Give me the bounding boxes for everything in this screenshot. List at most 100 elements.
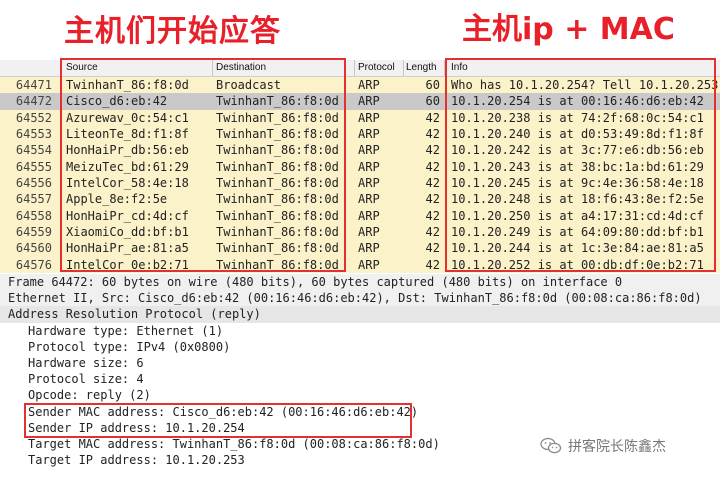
- packet-list-header: Source Destination Protocol Length Info: [0, 60, 720, 77]
- packet-row[interactable]: 64552 Azurewav_0c:54:c1 TwinhanT_86:f8:0d A…: [0, 109, 720, 126]
- packet-protocol: ARP: [358, 159, 380, 174]
- packet-destination: TwinhanT_86:f8:0d: [216, 175, 339, 190]
- packet-number: 64557: [15, 192, 52, 207]
- packet-number: 64556: [15, 175, 52, 190]
- arp-field[interactable]: Sender MAC address: Cisco_d6:eb:42 (00:1…: [0, 404, 720, 420]
- packet-destination: TwinhanT_86:f8:0d: [216, 208, 339, 223]
- packet-protocol: ARP: [358, 208, 380, 223]
- packet-length: 42: [425, 175, 440, 190]
- packet-source: Cisco_d6:eb:42: [66, 94, 168, 109]
- packet-length: 42: [425, 159, 440, 174]
- packet-number: 64555: [15, 159, 52, 174]
- packet-source: MeizuTec_bd:61:29: [66, 159, 189, 174]
- packet-source: TwinhanT_86:f8:0d: [66, 78, 189, 92]
- detail-arp[interactable]: Address Resolution Protocol (reply): [0, 306, 720, 323]
- packet-row[interactable]: 64558 HonHaiPr_cd:4d:cf TwinhanT_86:f8:0d A…: [0, 207, 720, 224]
- packet-info: 10.1.20.254 is at 00:16:46:d6:eb:42: [451, 94, 704, 109]
- packet-protocol: ARP: [358, 126, 380, 141]
- packet-row[interactable]: 64554 HonHaiPr_db:56:eb TwinhanT_86:f8:0d A…: [0, 142, 720, 159]
- packet-info: 10.1.20.245 is at 9c:4e:36:58:4e:18: [451, 175, 704, 190]
- packet-rows: 64471 TwinhanT_86:f8:0d Broadcast ARP 60 Who …: [0, 77, 720, 273]
- packet-destination: TwinhanT_86:f8:0d: [216, 126, 339, 141]
- packet-protocol: ARP: [358, 110, 380, 125]
- packet-row[interactable]: 64576 IntelCor_0e:b2:71 TwinhanT_86:f8:0d A…: [0, 256, 720, 273]
- packet-info: 10.1.20.244 is at 1c:3e:84:ae:81:a5: [451, 241, 704, 256]
- column-header-source[interactable]: Source: [66, 62, 98, 73]
- packet-info: 10.1.20.248 is at 18:f6:43:8e:f2:5e: [451, 192, 704, 207]
- annotation-hosts-replying: 主机们开始应答: [64, 14, 281, 49]
- packet-source: IntelCor_0e:b2:71: [66, 257, 189, 272]
- packet-destination: TwinhanT_86:f8:0d: [216, 192, 339, 207]
- arp-field[interactable]: Opcode: reply (2): [0, 387, 720, 403]
- detail-frame[interactable]: Frame 64472: 60 bytes on wire (480 bits)…: [0, 274, 720, 291]
- column-header-destination[interactable]: Destination: [216, 62, 266, 73]
- packet-row[interactable]: 64560 HonHaiPr_ae:81:a5 TwinhanT_86:f8:0d A…: [0, 240, 720, 257]
- packet-length: 42: [425, 143, 440, 158]
- packet-row[interactable]: 64555 MeizuTec_bd:61:29 TwinhanT_86:f8:0d A…: [0, 158, 720, 175]
- packet-length: 42: [425, 192, 440, 207]
- packet-length: 42: [425, 224, 440, 239]
- packet-protocol: ARP: [358, 143, 380, 158]
- packet-number: 64554: [15, 143, 52, 158]
- packet-info: 10.1.20.238 is at 74:2f:68:0c:54:c1: [451, 110, 704, 125]
- watermark: 拼客院长陈鑫杰: [540, 436, 666, 456]
- packet-length: 60: [425, 94, 440, 109]
- packet-number: 64553: [15, 126, 52, 141]
- packet-length: 42: [425, 126, 440, 141]
- arp-field[interactable]: Hardware type: Ethernet (1): [0, 323, 720, 339]
- wechat-icon: [540, 437, 562, 454]
- arp-field[interactable]: Protocol size: 4: [0, 371, 720, 387]
- packet-destination: TwinhanT_86:f8:0d: [216, 257, 339, 272]
- packet-destination: TwinhanT_86:f8:0d: [216, 224, 339, 239]
- packet-info: 10.1.20.252 is at 00:db:df:0e:b2:71: [451, 257, 704, 272]
- packet-protocol: ARP: [358, 224, 380, 239]
- packet-source: HonHaiPr_db:56:eb: [66, 143, 189, 158]
- packet-protocol: ARP: [358, 94, 380, 109]
- packet-protocol: ARP: [358, 257, 380, 272]
- packet-number: 64552: [15, 110, 52, 125]
- packet-source: Apple_8e:f2:5e: [66, 192, 168, 207]
- packet-source: XiaomiCo_dd:bf:b1: [66, 224, 189, 239]
- packet-row[interactable]: 64471 TwinhanT_86:f8:0d Broadcast ARP 60 Who …: [0, 77, 720, 94]
- detail-ethernet[interactable]: Ethernet II, Src: Cisco_d6:eb:42 (00:16:…: [0, 290, 720, 307]
- packet-number: 64472: [15, 94, 52, 109]
- packet-source: IntelCor_58:4e:18: [66, 175, 189, 190]
- packet-info: 10.1.20.243 is at 38:bc:1a:bd:61:29: [451, 159, 704, 174]
- packet-info: 10.1.20.240 is at d0:53:49:8d:f1:8f: [451, 126, 704, 141]
- packet-number: 64558: [15, 208, 52, 223]
- packet-number: 64560: [15, 241, 52, 256]
- packet-number: 64471: [15, 78, 52, 92]
- packet-number: 64559: [15, 224, 52, 239]
- packet-source: HonHaiPr_ae:81:a5: [66, 241, 189, 256]
- column-header-info[interactable]: Info: [451, 62, 468, 73]
- packet-destination: TwinhanT_86:f8:0d: [216, 94, 339, 109]
- packet-info: 10.1.20.250 is at a4:17:31:cd:4d:cf: [451, 208, 704, 223]
- packet-protocol: ARP: [358, 192, 380, 207]
- watermark-text: 拼客院长陈鑫杰: [568, 439, 666, 455]
- packet-info: 10.1.20.242 is at 3c:77:e6:db:56:eb: [451, 143, 704, 158]
- packet-protocol: ARP: [358, 241, 380, 256]
- packet-length: 42: [425, 110, 440, 125]
- column-header-length[interactable]: Length: [406, 62, 437, 73]
- packet-info: 10.1.20.249 is at 64:09:80:dd:bf:b1: [451, 224, 704, 239]
- packet-number: 64576: [15, 257, 52, 272]
- arp-field[interactable]: Hardware size: 6: [0, 355, 720, 371]
- packet-length: 60: [425, 78, 440, 92]
- packet-destination: TwinhanT_86:f8:0d: [216, 159, 339, 174]
- packet-source: LiteonTe_8d:f1:8f: [66, 126, 189, 141]
- packet-row[interactable]: 64556 IntelCor_58:4e:18 TwinhanT_86:f8:0d A…: [0, 174, 720, 192]
- packet-destination: TwinhanT_86:f8:0d: [216, 241, 339, 256]
- packet-protocol: ARP: [358, 175, 380, 190]
- packet-destination: TwinhanT_86:f8:0d: [216, 110, 339, 125]
- packet-row[interactable]: 64557 Apple_8e:f2:5e TwinhanT_86:f8:0d ARP 4…: [0, 191, 720, 208]
- packet-length: 42: [425, 241, 440, 256]
- packet-source: HonHaiPr_cd:4d:cf: [66, 208, 189, 223]
- column-header-protocol[interactable]: Protocol: [358, 62, 395, 73]
- packet-info: Who has 10.1.20.254? Tell 10.1.20.253: [451, 78, 719, 92]
- packet-row[interactable]: 64559 XiaomiCo_dd:bf:b1 TwinhanT_86:f8:0d A…: [0, 223, 720, 241]
- arp-field[interactable]: Protocol type: IPv4 (0x0800): [0, 339, 720, 355]
- packet-row[interactable]: 64472 Cisco_d6:eb:42 TwinhanT_86:f8:0d ARP 6…: [0, 93, 720, 110]
- arp-field[interactable]: Sender IP address: 10.1.20.254: [0, 420, 720, 436]
- packet-row[interactable]: 64553 LiteonTe_8d:f1:8f TwinhanT_86:f8:0d A…: [0, 125, 720, 143]
- annotation-host-ip-mac: 主机ip + MAC: [462, 12, 675, 47]
